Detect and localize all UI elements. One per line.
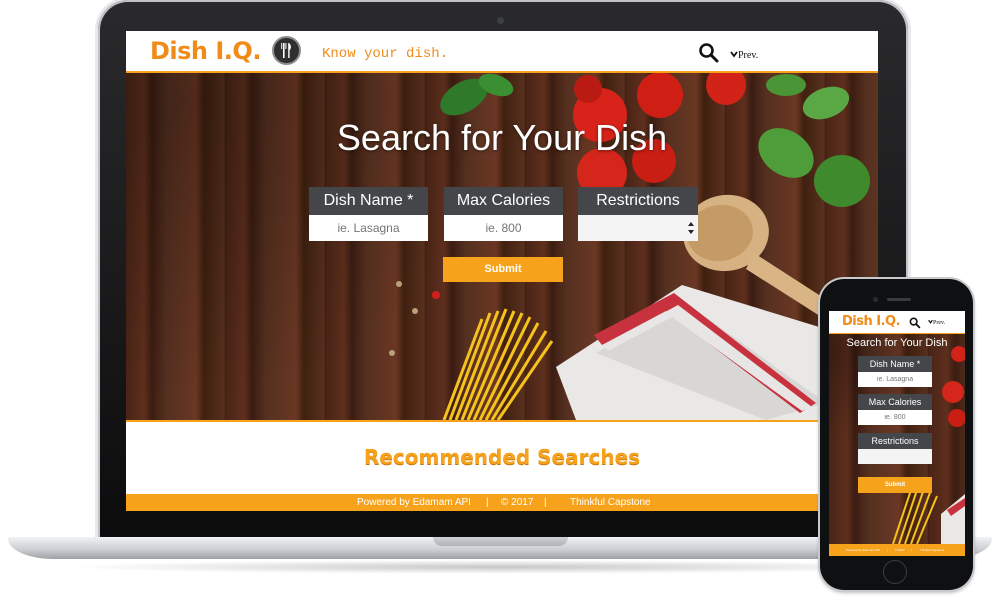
laptop-notch: [433, 537, 568, 546]
search-icon[interactable]: [698, 42, 720, 64]
max-calories-label: Max Calories: [444, 187, 563, 215]
mobile-max-calories-input[interactable]: [858, 410, 932, 425]
mobile-hero-title: Search for Your Dish: [846, 337, 948, 349]
prev-button[interactable]: Prev.: [730, 50, 758, 61]
mobile-prev-button[interactable]: Prev.: [928, 319, 945, 326]
footer-separator: |: [486, 497, 489, 508]
hero-section: Search for Your Dish Dish Name * Max Cal…: [126, 73, 878, 420]
mobile-footer-separator: |: [911, 548, 912, 552]
prev-label: Prev.: [738, 50, 759, 61]
mobile-footer-separator: |: [887, 548, 888, 552]
site-footer: Powered by Edamam API | © 2017 | Thinkfu…: [126, 494, 878, 511]
mobile-submit-button[interactable]: Submit: [858, 477, 932, 493]
mobile-header: Dish I.Q. Prev.: [829, 311, 965, 334]
footer-separator: |: [544, 497, 547, 508]
mobile-hero-section: Search for Your Dish Dish Name * Max Cal…: [829, 334, 965, 544]
phone-camera: [873, 297, 878, 302]
mobile-restrictions-label: Restrictions: [858, 433, 932, 449]
site-header: Dish I.Q. Know your dish. Prev.: [126, 31, 878, 73]
recommended-title: Recommended Searches: [363, 445, 641, 469]
phone-speaker: [887, 298, 911, 301]
fork-knife-icon: [272, 36, 301, 65]
restrictions-select[interactable]: [578, 215, 698, 241]
footer-powered-by[interactable]: Powered by Edamam API: [357, 494, 471, 511]
mobile-dish-name-input[interactable]: [858, 372, 932, 387]
search-icon[interactable]: [909, 316, 921, 329]
mobile-footer-copyright: © 2017: [895, 548, 905, 552]
tagline: Know your dish.: [322, 46, 449, 62]
mobile-restrictions-select[interactable]: [858, 449, 932, 464]
mobile-prev-label: Prev.: [933, 320, 946, 326]
dish-name-label: Dish Name *: [309, 187, 428, 215]
laptop-screen: Dish I.Q. Know your dish. Prev. Search f…: [126, 31, 878, 511]
site-logo[interactable]: Dish I.Q.: [150, 37, 261, 65]
laptop-camera: [497, 17, 504, 24]
max-calories-input[interactable]: [444, 215, 563, 241]
mobile-logo[interactable]: Dish I.Q.: [842, 314, 901, 329]
dish-name-input[interactable]: [309, 215, 428, 241]
footer-copyright: © 2017: [501, 497, 534, 508]
mobile-footer-credit[interactable]: Thinkful Capstone: [920, 544, 944, 556]
mobile-footer: Powered by Edamam API | © 2017 | Thinkfu…: [829, 544, 965, 556]
mobile-footer-powered-by[interactable]: Powered by Edamam API: [846, 544, 880, 556]
phone-screen: Dish I.Q. Prev. Search for Your Dish Dis…: [829, 311, 965, 556]
hero-title: Search for Your Dish: [336, 117, 668, 158]
mobile-max-calories-label: Max Calories: [858, 394, 932, 410]
chevron-down-icon: [730, 50, 738, 58]
restrictions-label: Restrictions: [578, 187, 698, 215]
select-arrows-icon: [688, 222, 694, 234]
recommended-section: Recommended Searches: [126, 420, 878, 496]
laptop-shadow: [60, 560, 940, 574]
phone-home-button: [883, 560, 907, 584]
footer-credit[interactable]: Thinkful Capstone: [570, 494, 651, 511]
submit-button[interactable]: Submit: [443, 257, 563, 282]
mobile-dish-name-label: Dish Name *: [858, 356, 932, 372]
